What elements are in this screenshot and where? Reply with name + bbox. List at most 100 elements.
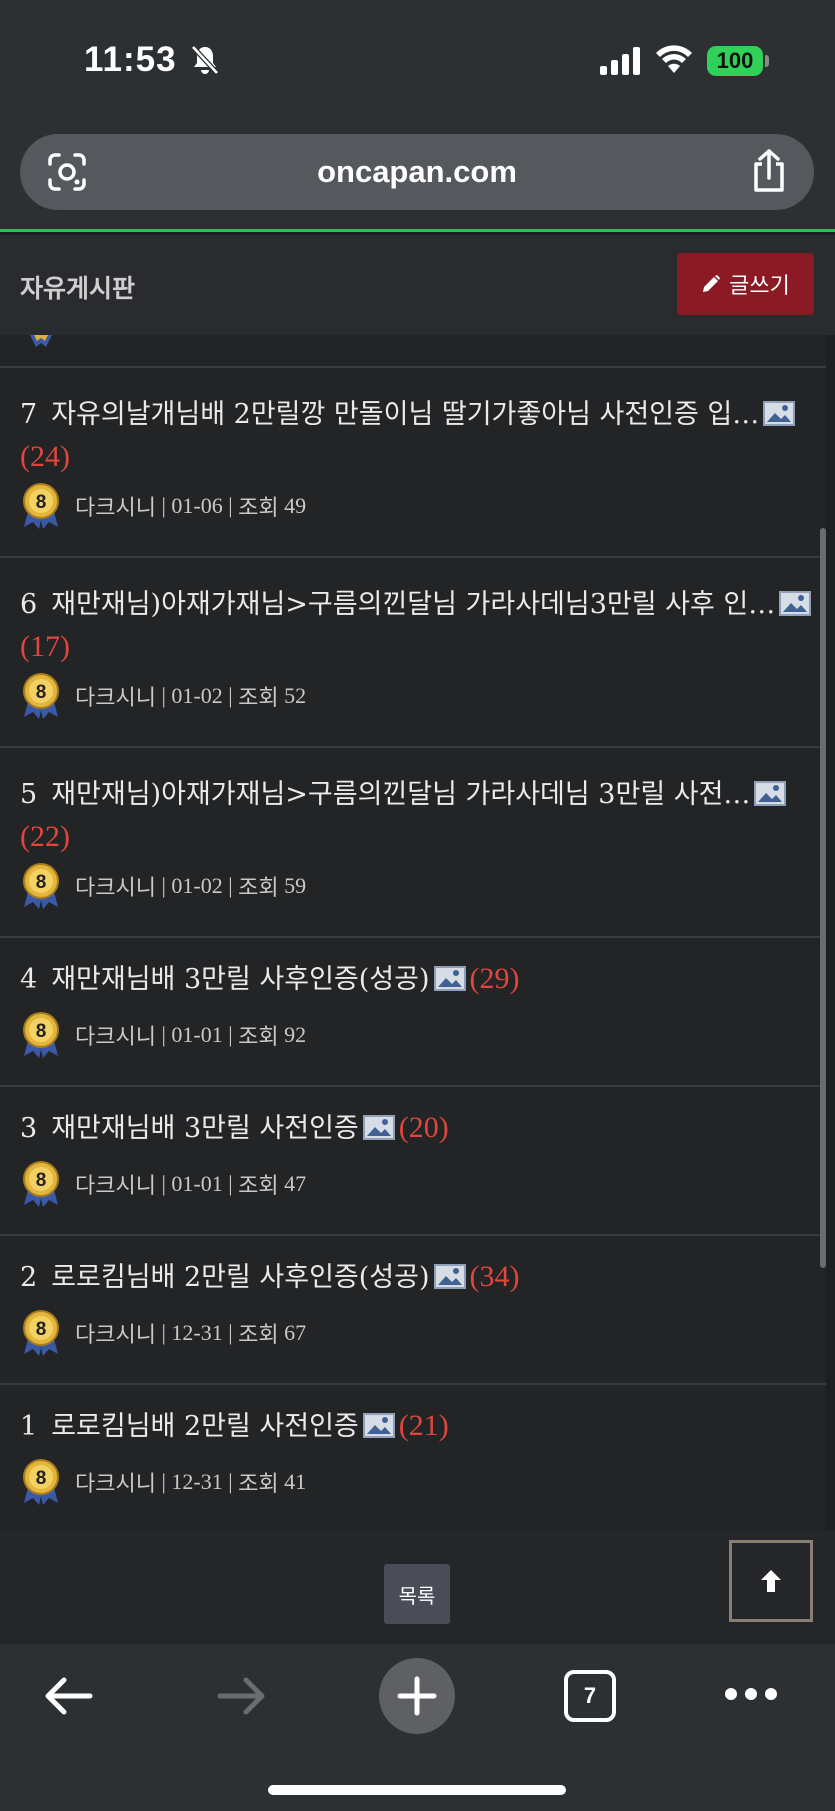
post-title[interactable]: 1 로로킴님배 2만릴 사전인증 (21) xyxy=(20,1405,820,1448)
post-meta: 8 다크시니 | 01-02 | 조회 59 xyxy=(20,862,306,910)
meta-separator: | xyxy=(222,1320,239,1345)
meta-separator: | xyxy=(155,1469,172,1494)
post-title[interactable]: 2 로로킴님배 2만릴 사후인증(성공) (34) xyxy=(20,1256,820,1299)
views-label: 조회 xyxy=(238,495,279,520)
post-title[interactable]: 4 재만재님배 3만릴 사후인증(성공) (29) xyxy=(20,958,820,1001)
post-title-text[interactable]: 로로킴님배 2만릴 사전인증 xyxy=(51,1411,359,1442)
clipped-previous-row xyxy=(0,335,826,368)
meta-separator: | xyxy=(155,1022,172,1047)
image-icon xyxy=(754,781,787,806)
post-row[interactable]: 7 자유의날개님배 2만릴깡 만돌이님 딸기가좋아님 사전인증 입… (24) 8 … xyxy=(0,368,826,558)
post-views: 59 xyxy=(284,873,307,898)
post-meta: 8 다크시니 | 01-01 | 조회 92 xyxy=(20,1011,306,1059)
meta-separator: | xyxy=(222,1171,239,1196)
post-title[interactable]: 5 재만재님)아재가재님>구름의낀달님 가라사데님 3만릴 사전… (22) xyxy=(20,774,820,859)
medal-icon: 8 xyxy=(23,1161,59,1207)
post-title[interactable]: 3 재만재님배 3만릴 사전인증 (20) xyxy=(20,1107,820,1150)
post-row[interactable]: 6 재만재님)아재가재님>구름의낀달님 가라사데님3만릴 사후 인… (17) 8 … xyxy=(0,558,826,748)
bell-slash-icon xyxy=(191,45,219,75)
post-views: 41 xyxy=(284,1469,307,1494)
image-icon xyxy=(779,591,812,616)
meta-separator: | xyxy=(222,1469,239,1494)
post-meta: 8 다크시니 | 12-31 | 조회 67 xyxy=(20,1309,306,1357)
meta-separator: | xyxy=(222,683,239,708)
page-scrollbar[interactable] xyxy=(820,528,826,1268)
views-label: 조회 xyxy=(238,875,279,900)
post-title-text[interactable]: 재만재님배 3만릴 사후인증(성공) xyxy=(51,964,429,995)
post-meta: 8 다크시니 | 01-01 | 조회 47 xyxy=(20,1160,306,1208)
battery-indicator: 100 xyxy=(707,46,763,76)
post-title-text[interactable]: 재만재님배 3만릴 사전인증 xyxy=(51,1113,359,1144)
medal-icon: 8 xyxy=(23,863,59,909)
post-author: 다크시니 xyxy=(75,1173,156,1198)
post-title-text[interactable]: 로로킴님배 2만릴 사후인증(성공) xyxy=(51,1262,429,1293)
post-title[interactable]: 6 재만재님)아재가재님>구름의낀달님 가라사데님3만릴 사후 인… (17) xyxy=(20,584,820,669)
post-number: 2 xyxy=(20,1262,38,1293)
forward-arrow-icon[interactable] xyxy=(214,1672,270,1720)
wifi-icon xyxy=(656,45,692,73)
post-number: 6 xyxy=(20,589,38,620)
board-title: 자유게시판 xyxy=(20,274,136,303)
medal-level: 8 xyxy=(36,872,47,893)
tabs-icon[interactable]: 7 xyxy=(564,1670,616,1722)
post-number: 4 xyxy=(20,964,38,995)
post-number: 3 xyxy=(20,1113,38,1144)
post-row[interactable]: 4 재만재님배 3만릴 사후인증(성공) (29) 8 다크시니 | 01-01 |… xyxy=(0,938,826,1087)
medal-icon xyxy=(30,335,52,347)
post-number: 5 xyxy=(20,779,38,810)
post-views: 47 xyxy=(284,1171,307,1196)
comment-count: (20) xyxy=(398,1111,449,1144)
post-title-text[interactable]: 자유의날개님배 2만릴깡 만돌이님 딸기가좋아님 사전인증 입… xyxy=(51,399,759,430)
views-label: 조회 xyxy=(238,1173,279,1198)
views-label: 조회 xyxy=(238,1024,279,1049)
post-meta: 8 다크시니 | 01-02 | 조회 52 xyxy=(20,672,306,720)
medal-level: 8 xyxy=(36,1319,47,1340)
medal-level: 8 xyxy=(36,1021,47,1042)
meta-separator: | xyxy=(155,683,172,708)
comment-count: (17) xyxy=(20,630,70,663)
post-row[interactable]: 2 로로킴님배 2만릴 사후인증(성공) (34) 8 다크시니 | 12-31 |… xyxy=(0,1236,826,1385)
scroll-top-button[interactable] xyxy=(729,1540,813,1622)
board-footer: 목록 xyxy=(0,1531,835,1644)
post-title-text[interactable]: 재만재님)아재가재님>구름의낀달님 가라사데님 3만릴 사전… xyxy=(51,779,750,810)
new-tab-button[interactable] xyxy=(379,1658,455,1734)
post-author: 다크시니 xyxy=(75,1471,156,1496)
post-row[interactable]: 5 재만재님)아재가재님>구름의낀달님 가라사데님 3만릴 사전… (22) 8 다… xyxy=(0,748,826,938)
medal-level: 8 xyxy=(36,682,47,703)
url-text[interactable]: oncapan.com xyxy=(20,154,814,190)
views-label: 조회 xyxy=(238,1471,279,1496)
image-icon xyxy=(362,1413,395,1438)
post-title[interactable]: 7 자유의날개님배 2만릴깡 만돌이님 딸기가좋아님 사전인증 입… (24) xyxy=(20,394,820,479)
post-date: 12-31 xyxy=(171,1320,223,1345)
back-arrow-icon[interactable] xyxy=(40,1672,96,1720)
share-icon[interactable] xyxy=(748,148,790,194)
meta-separator: | xyxy=(155,493,172,518)
post-author: 다크시니 xyxy=(75,875,156,900)
meta-separator: | xyxy=(222,873,239,898)
post-row[interactable]: 1 로로킴님배 2만릴 사전인증 (21) 8 다크시니 | 12-31 | 조회 … xyxy=(0,1385,826,1531)
write-post-button[interactable]: 글쓰기 xyxy=(677,253,814,315)
medal-icon: 8 xyxy=(23,673,59,719)
post-views: 49 xyxy=(284,493,307,518)
image-icon xyxy=(433,966,466,991)
list-button[interactable]: 목록 xyxy=(384,1564,450,1624)
post-number: 1 xyxy=(20,1411,38,1442)
post-list: 7 자유의날개님배 2만릴깡 만돌이님 딸기가좋아님 사전인증 입… (24) 8 … xyxy=(0,335,826,1531)
address-bar[interactable]: oncapan.com xyxy=(20,134,814,210)
post-number: 7 xyxy=(20,399,38,430)
comment-count: (34) xyxy=(469,1260,520,1293)
post-date: 12-31 xyxy=(171,1469,223,1494)
image-icon xyxy=(763,401,796,426)
post-title-text[interactable]: 재만재님)아재가재님>구름의낀달님 가라사데님3만릴 사후 인… xyxy=(51,589,775,620)
post-date: 01-06 xyxy=(171,493,223,518)
comment-count: (22) xyxy=(20,820,70,853)
battery-tip xyxy=(765,55,769,67)
medal-icon: 8 xyxy=(23,483,59,529)
more-icon[interactable] xyxy=(724,1686,778,1702)
medal-level: 8 xyxy=(36,1170,47,1191)
arrow-up-icon xyxy=(761,1570,781,1592)
post-row[interactable]: 3 재만재님배 3만릴 사전인증 (20) 8 다크시니 | 01-01 | 조회 … xyxy=(0,1087,826,1236)
comment-count: (24) xyxy=(20,440,70,473)
comment-count: (29) xyxy=(469,962,520,995)
medal-icon: 8 xyxy=(23,1459,59,1505)
